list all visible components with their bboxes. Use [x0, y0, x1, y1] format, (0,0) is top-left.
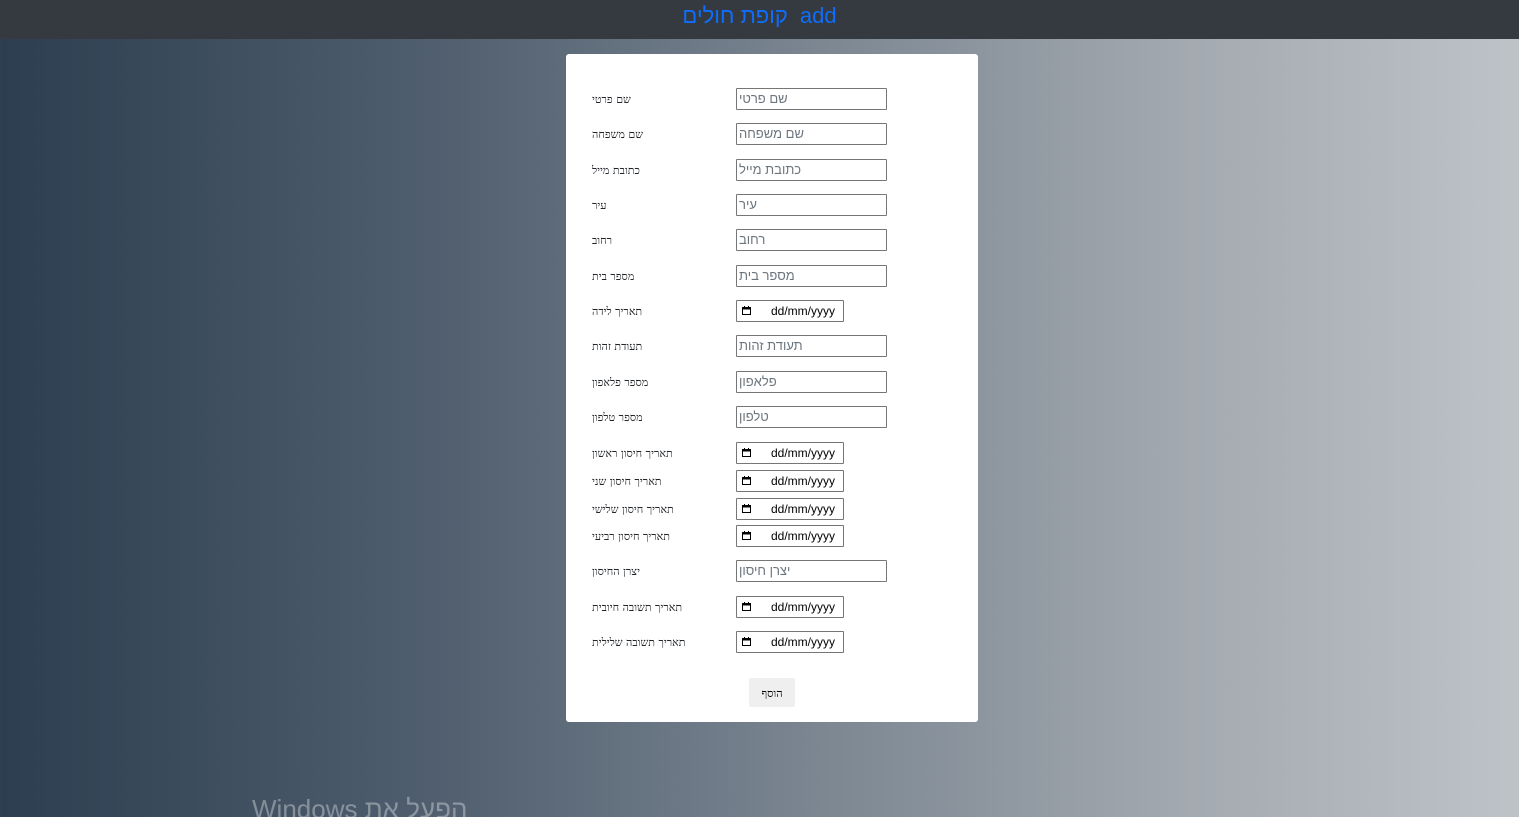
navbar: קופת חולים add: [0, 0, 1519, 39]
vaccine-1-row: תאריך חיסון ראשון dd/mm/yyyy: [566, 442, 978, 466]
brand-title[interactable]: קופת חולים: [682, 2, 787, 30]
birth-date-label: תאריך לידה: [592, 305, 643, 318]
id-number-input[interactable]: תעודת זהות: [736, 335, 887, 357]
vaccine-2-row: תאריך חיסון שני dd/mm/yyyy: [566, 470, 978, 494]
negative-date-value: dd/mm/yyyy: [771, 635, 836, 649]
calendar-icon[interactable]: [742, 637, 751, 646]
id-number-row: תעודת זהות תעודת זהות: [566, 335, 978, 359]
city-input[interactable]: עיר: [736, 194, 887, 216]
birth-date-value: dd/mm/yyyy: [771, 304, 836, 318]
last-name-placeholder: שם משפחה: [739, 126, 804, 141]
phone-input[interactable]: טלפון: [736, 406, 887, 428]
calendar-icon[interactable]: [742, 531, 751, 540]
phone-placeholder: טלפון: [739, 409, 769, 424]
house-number-placeholder: מספר בית: [739, 268, 795, 283]
vaccine-3-row: תאריך חיסון שלישי dd/mm/yyyy: [566, 498, 978, 522]
first-name-input[interactable]: שם פרטי: [736, 88, 887, 110]
manufacturer-placeholder: יצרן חיסון: [739, 563, 791, 578]
birth-date-row: תאריך לידה dd/mm/yyyy: [566, 300, 978, 324]
positive-date-input[interactable]: dd/mm/yyyy: [736, 596, 844, 618]
last-name-label: שם משפחה: [592, 128, 644, 141]
birth-date-input[interactable]: dd/mm/yyyy: [736, 300, 844, 322]
vaccine-3-date-value: dd/mm/yyyy: [771, 502, 836, 516]
vaccine-2-label: תאריך חיסון שני: [592, 475, 662, 488]
mobile-row: מספר פלאפון פלאפון: [566, 371, 978, 395]
vaccine-2-date-value: dd/mm/yyyy: [771, 474, 836, 488]
manufacturer-input[interactable]: יצרן חיסון: [736, 560, 887, 582]
mobile-label: מספר פלאפון: [592, 376, 649, 389]
vaccine-1-date-value: dd/mm/yyyy: [771, 446, 836, 460]
first-name-label: שם פרטי: [592, 93, 631, 106]
vaccine-4-date-value: dd/mm/yyyy: [771, 529, 836, 543]
city-label: עיר: [592, 199, 607, 212]
email-input[interactable]: כתובת מייל: [736, 159, 887, 181]
id-number-placeholder: תעודת זהות: [739, 338, 803, 353]
vaccine-4-row: תאריך חיסון רביעי dd/mm/yyyy: [566, 525, 978, 549]
street-input[interactable]: רחוב: [736, 229, 887, 251]
manufacturer-label: יצרן החיסון: [592, 565, 640, 578]
email-row: כתובת מייל כתובת מייל: [566, 159, 978, 183]
vaccine-1-label: תאריך חיסון ראשון: [592, 447, 673, 460]
negative-date-row: תאריך תשובה שלילית dd/mm/yyyy: [566, 631, 978, 655]
positive-date-value: dd/mm/yyyy: [771, 600, 836, 614]
vaccine-1-date-input[interactable]: dd/mm/yyyy: [736, 442, 844, 464]
email-label: כתובת מייל: [592, 164, 640, 177]
negative-date-label: תאריך תשובה שלילית: [592, 636, 686, 649]
street-placeholder: רחוב: [739, 232, 766, 247]
vaccine-2-date-input[interactable]: dd/mm/yyyy: [736, 470, 844, 492]
phone-label: מספר טלפון: [592, 411, 643, 424]
negative-date-input[interactable]: dd/mm/yyyy: [736, 631, 844, 653]
house-number-row: מספר בית מספר בית: [566, 265, 978, 289]
calendar-icon[interactable]: [742, 476, 751, 485]
street-label: רחוב: [592, 234, 613, 247]
vaccine-3-label: תאריך חיסון שלישי: [592, 503, 674, 516]
first-name-placeholder: שם פרטי: [739, 91, 788, 106]
mobile-placeholder: פלאפון: [739, 374, 777, 389]
vaccine-3-date-input[interactable]: dd/mm/yyyy: [736, 498, 844, 520]
calendar-icon[interactable]: [742, 448, 751, 457]
vaccine-4-date-input[interactable]: dd/mm/yyyy: [736, 525, 844, 547]
calendar-icon[interactable]: [742, 602, 751, 611]
add-link[interactable]: add: [800, 2, 837, 30]
city-row: עיר עיר: [566, 194, 978, 218]
vaccine-4-label: תאריך חיסון רביעי: [592, 530, 670, 543]
last-name-row: שם משפחה שם משפחה: [566, 123, 978, 147]
activate-windows-watermark: הפעל את Windows: [252, 794, 468, 817]
navbar-brand: קופת חולים add: [0, 2, 1519, 30]
calendar-icon[interactable]: [742, 306, 751, 315]
house-number-input[interactable]: מספר בית: [736, 265, 887, 287]
add-patient-form: שם פרטי שם פרטי שם משפחה שם משפחה כתובת …: [566, 54, 978, 722]
last-name-input[interactable]: שם משפחה: [736, 123, 887, 145]
city-placeholder: עיר: [739, 197, 757, 212]
positive-date-label: תאריך תשובה חיובית: [592, 601, 683, 614]
house-number-label: מספר בית: [592, 270, 635, 283]
email-placeholder: כתובת מייל: [739, 162, 802, 177]
manufacturer-row: יצרן החיסון יצרן חיסון: [566, 560, 978, 584]
mobile-input[interactable]: פלאפון: [736, 371, 887, 393]
calendar-icon[interactable]: [742, 504, 751, 513]
first-name-row: שם פרטי שם פרטי: [566, 88, 978, 112]
street-row: רחוב רחוב: [566, 229, 978, 253]
positive-date-row: תאריך תשובה חיובית dd/mm/yyyy: [566, 596, 978, 620]
id-number-label: תעודת זהות: [592, 340, 643, 353]
phone-row: מספר טלפון טלפון: [566, 406, 978, 430]
add-button[interactable]: הוסף: [749, 678, 795, 707]
